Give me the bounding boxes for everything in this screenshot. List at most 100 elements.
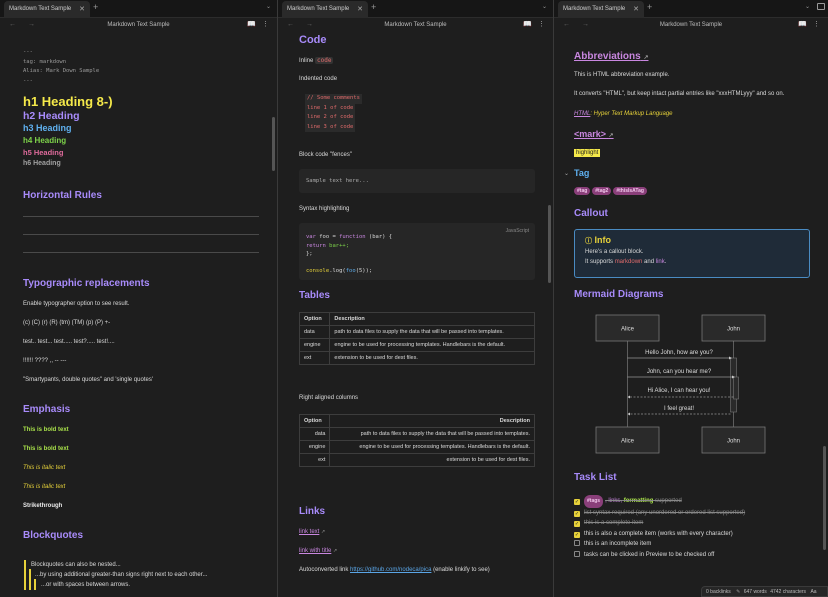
table-cell: data [298, 427, 331, 441]
paragraph: test.. test... test..... test?..... test… [23, 339, 115, 345]
more-options-icon[interactable]: ⋮ [262, 21, 269, 28]
frontmatter-line: --- [23, 49, 33, 55]
word-count: 647 words [743, 589, 767, 595]
view-title[interactable]: Markdown Text Sample [554, 22, 828, 28]
tab-bar: Markdown Text Sample ✕ + ⌄ [278, 0, 553, 18]
table-row: ext extension to be used for dest files. [298, 453, 535, 467]
tag-pill[interactable]: #thisIsATag [613, 187, 647, 195]
reading-view-icon[interactable]: 📖 [523, 21, 532, 28]
arrowhead [627, 395, 630, 399]
chevron-down-icon[interactable]: ⌄ [266, 3, 271, 10]
heading-code: Code [299, 34, 327, 46]
task-item[interactable]: ✓ list syntax required (any unordered or … [574, 508, 745, 519]
new-tab-icon[interactable]: + [647, 2, 652, 12]
new-tab-icon[interactable]: + [371, 2, 376, 12]
table-cell: path to data files to supply the data th… [329, 325, 535, 339]
code-token: bar++; [325, 242, 350, 249]
reading-view-icon[interactable]: 📖 [798, 21, 807, 28]
table-row: engine engine to be used for processing t… [298, 440, 535, 454]
code-token: .log( [329, 268, 346, 274]
heading-abbreviations[interactable]: Abbreviations ↗ [574, 51, 649, 62]
scrollbar-thumb[interactable] [823, 446, 826, 550]
callout-text: . [664, 259, 667, 265]
inline-code: code [315, 57, 334, 64]
tag-pill[interactable]: #tag2 [592, 187, 612, 195]
paragraph: Autoconverted link [299, 567, 351, 573]
link[interactable]: link text [299, 529, 319, 535]
font-size-toggle[interactable]: Aa [810, 589, 816, 595]
tab-markdown-sample[interactable]: Markdown Text Sample ✕ [4, 1, 90, 18]
chevron-down-icon[interactable]: ⌄ [542, 3, 547, 10]
more-options-icon[interactable]: ⋮ [813, 21, 820, 28]
table-cell: engine to be used for processing templat… [329, 338, 535, 352]
checkbox-checked-icon[interactable]: ✓ [574, 499, 580, 505]
task-text: list syntax required (any unordered or o… [584, 509, 746, 516]
checkbox-checked-icon[interactable]: ✓ [574, 510, 580, 517]
editor-pane-right: Markdown Text Sample ✕ + ⌄ ← → Markdown T… [554, 0, 828, 597]
external-link-icon: ↗ [608, 133, 614, 139]
callout-link[interactable]: link [656, 259, 665, 265]
more-options-icon[interactable]: ⋮ [538, 21, 545, 28]
paragraph: Syntax highlighting [299, 206, 350, 212]
activation-box [733, 376, 739, 400]
bold-text: This is bold text [23, 446, 69, 452]
close-tab-icon[interactable]: ✕ [357, 5, 363, 13]
task-item[interactable]: this is an incomplete item [574, 539, 745, 550]
table-row: data path to data files to supply the dat… [298, 427, 535, 441]
heading-links: Links [299, 506, 326, 517]
task-item[interactable]: ✓ this is a complete item [574, 518, 745, 529]
editor-pane-middle: Markdown Text Sample ✕ + ⌄ ← → Markdown T… [278, 0, 553, 597]
callout-info: ⓘ Info Here's a callout block. It suppor… [574, 229, 810, 278]
task-text: this is an incomplete item [584, 541, 652, 547]
tab-markdown-sample[interactable]: Markdown Text Sample ✕ [282, 1, 368, 18]
tab-bar: Markdown Text Sample ✕ + ⌄ [0, 0, 277, 18]
paragraph: Enable typographer option to see result. [23, 301, 130, 307]
scrollbar-thumb[interactable] [272, 117, 275, 171]
blockquote-bar [34, 579, 36, 590]
collapse-chevron-icon[interactable]: ⌄ [564, 170, 569, 177]
reading-view-icon[interactable]: 📖 [247, 21, 256, 28]
view-header: ← → Markdown Text Sample 📖 ⋮ [0, 18, 277, 33]
table-cell: ext [298, 453, 331, 467]
callout-text: and [642, 259, 656, 265]
tag-pill[interactable]: #tag [574, 187, 591, 195]
backlinks-count[interactable]: 0 backlinks [706, 589, 731, 595]
checkbox-unchecked-icon[interactable] [574, 540, 580, 546]
tag-pill[interactable]: #tags [584, 495, 604, 508]
callout-text: markdown [614, 259, 643, 265]
link[interactable]: link with title [299, 548, 331, 554]
task-item[interactable]: ✓ this is also a complete item (works wit… [574, 529, 745, 540]
edit-icon[interactable]: ✎ [736, 589, 740, 595]
view-title[interactable]: Markdown Text Sample [278, 22, 553, 28]
highlight-text: highlight [574, 149, 601, 157]
autoconverted-link[interactable]: https://github.com/nodeca/pica [350, 567, 431, 573]
tab-markdown-sample[interactable]: Markdown Text Sample ✕ [558, 1, 644, 18]
external-link-icon: ↗ [321, 529, 326, 535]
close-tab-icon[interactable]: ✕ [633, 5, 639, 13]
checkbox-checked-icon[interactable]: ✓ [574, 531, 580, 538]
actor-label: Alice [621, 327, 635, 333]
sidebar-toggle-icon[interactable] [817, 3, 825, 10]
message-label: John, can you hear me? [647, 369, 712, 375]
tab-bar: Markdown Text Sample ✕ + ⌄ [554, 0, 828, 18]
close-tab-icon[interactable]: ✕ [79, 5, 85, 13]
tab-label: Markdown Text Sample [287, 6, 350, 12]
code-token: return [306, 242, 326, 249]
abbr-term-link[interactable]: HTML [574, 111, 590, 117]
checkbox-checked-icon[interactable]: ✓ [574, 521, 580, 527]
new-tab-icon[interactable]: + [93, 2, 98, 12]
chevron-down-icon[interactable]: ⌄ [805, 3, 810, 10]
tab-label: Markdown Text Sample [9, 6, 72, 12]
heading-h4: h4 Heading [23, 136, 67, 145]
code-token: (5)); [355, 268, 373, 274]
task-item[interactable]: tasks can be clicked in Preview to be ch… [574, 550, 745, 561]
heading-h2: h2 Heading [23, 110, 80, 122]
view-title[interactable]: Markdown Text Sample [0, 22, 277, 28]
task-item[interactable]: ✓ #tags, links, formatting supported [574, 495, 745, 508]
heading-mark-text: <mark> [574, 129, 607, 139]
scrollbar-thumb[interactable] [548, 205, 551, 283]
checkbox-unchecked-icon[interactable] [574, 550, 580, 557]
message-label: I feel great! [664, 406, 694, 412]
heading-mark[interactable]: <mark> ↗ [574, 129, 614, 139]
heading-tag: Tag [574, 168, 590, 178]
